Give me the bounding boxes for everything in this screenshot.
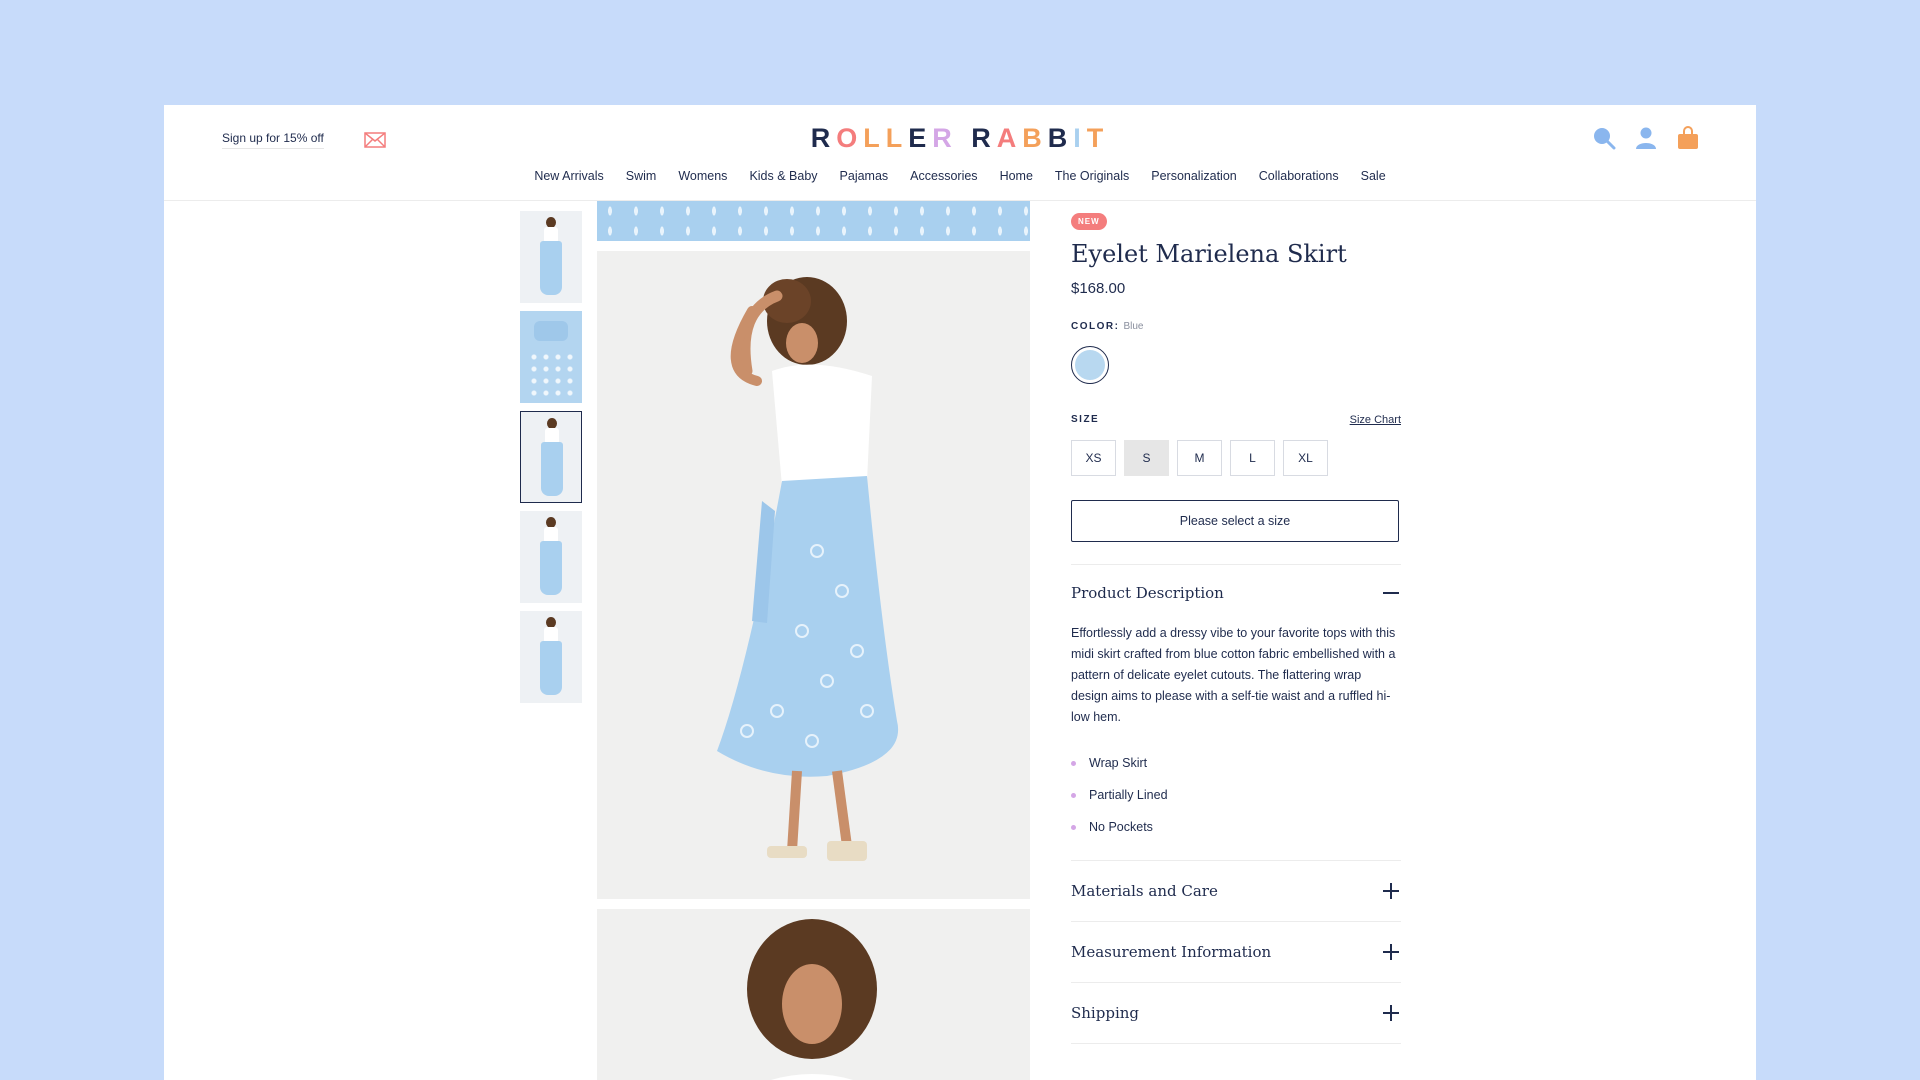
color-swatch-blue[interactable]: [1071, 346, 1109, 384]
model-illustration: [717, 277, 899, 861]
logo-letter: I: [1073, 123, 1087, 153]
logo-letter: B: [1022, 123, 1048, 153]
nav-womens[interactable]: Womens: [678, 169, 727, 183]
logo-letter: R: [932, 123, 958, 153]
nav-collaborations[interactable]: Collaborations: [1259, 169, 1339, 183]
nav-new-arrivals[interactable]: New Arrivals: [534, 169, 603, 183]
model-closeup-illustration: [747, 919, 877, 1080]
product-image-secondary[interactable]: [597, 909, 1030, 1080]
size-label: SIZE: [1071, 414, 1100, 425]
product-description-section: Product Description Effortlessly add a d…: [1071, 564, 1401, 834]
materials-title: Materials and Care: [1071, 882, 1218, 900]
logo-letter: L: [885, 123, 909, 153]
thumbnail-strip: [520, 211, 582, 711]
plus-icon[interactable]: [1381, 881, 1401, 901]
thumbnail-4[interactable]: [520, 511, 582, 603]
size-m-button[interactable]: M: [1177, 440, 1222, 476]
product-title: Eyelet Marielena Skirt: [1071, 240, 1347, 268]
header-actions: [1591, 125, 1701, 151]
size-s-button[interactable]: S: [1124, 440, 1169, 476]
thumbnail-1[interactable]: [520, 211, 582, 303]
shipping-title: Shipping: [1071, 1004, 1139, 1022]
shipping-toggle[interactable]: Shipping: [1071, 983, 1401, 1043]
size-xl-button[interactable]: XL: [1283, 440, 1328, 476]
nav-the-originals[interactable]: The Originals: [1055, 169, 1129, 183]
new-badge: NEW: [1071, 213, 1107, 230]
measurement-section: Measurement Information: [1071, 922, 1401, 983]
feature-item: Partially Lined: [1071, 788, 1401, 802]
size-header: SIZE Size Chart: [1071, 414, 1401, 426]
product-description-toggle[interactable]: Product Description: [1071, 565, 1401, 621]
measurement-title: Measurement Information: [1071, 943, 1272, 961]
measurement-toggle[interactable]: Measurement Information: [1071, 922, 1401, 982]
nav-personalization[interactable]: Personalization: [1151, 169, 1236, 183]
color-value: Blue: [1123, 321, 1144, 332]
thumbnail-5[interactable]: [520, 611, 582, 703]
size-chart-link[interactable]: Size Chart: [1350, 414, 1401, 426]
nav-accessories[interactable]: Accessories: [910, 169, 977, 183]
product-description-text: Effortlessly add a dressy vibe to your f…: [1071, 626, 1396, 724]
product-image-detail: [597, 201, 1030, 241]
account-icon[interactable]: [1633, 125, 1659, 151]
logo-letter: O: [836, 123, 864, 153]
minus-icon[interactable]: [1381, 583, 1401, 603]
thumbnail-3[interactable]: [520, 411, 582, 503]
logo-letter: T: [1086, 123, 1110, 153]
size-options: XS S M L XL: [1071, 440, 1401, 476]
shopping-bag-icon[interactable]: [1675, 125, 1701, 151]
shipping-section: Shipping: [1071, 983, 1401, 1044]
search-icon[interactable]: [1591, 125, 1617, 151]
logo-letter: R: [810, 123, 837, 153]
product-info: NEW Eyelet Marielena Skirt $168.00 COLOR…: [1071, 211, 1401, 1044]
feature-list: Wrap Skirt Partially Lined No Pockets: [1071, 756, 1401, 834]
product-image-main[interactable]: [597, 251, 1030, 899]
thumbnail-2[interactable]: [520, 311, 582, 403]
add-to-bag-button[interactable]: Please select a size: [1071, 500, 1399, 542]
feature-item: No Pockets: [1071, 820, 1401, 834]
nav-home[interactable]: Home: [1000, 169, 1033, 183]
nav-sale[interactable]: Sale: [1361, 169, 1386, 183]
logo-letter: E: [908, 123, 933, 153]
main-nav: New Arrivals Swim Womens Kids & Baby Paj…: [164, 169, 1756, 183]
color-label: COLOR:: [1071, 321, 1120, 332]
nav-kids-baby[interactable]: Kids & Baby: [749, 169, 817, 183]
logo-letter: R: [971, 123, 997, 153]
logo-letter: A: [996, 123, 1023, 153]
materials-section: Materials and Care: [1071, 861, 1401, 922]
plus-icon[interactable]: [1381, 1003, 1401, 1023]
page-frame: Sign up for 15% off ROLLER RABBIT New Ar…: [164, 105, 1756, 1080]
materials-toggle[interactable]: Materials and Care: [1071, 861, 1401, 921]
plus-icon[interactable]: [1381, 942, 1401, 962]
accordion-list: Materials and Care Measurement Informati…: [1071, 860, 1401, 1044]
nav-swim[interactable]: Swim: [626, 169, 657, 183]
feature-item: Wrap Skirt: [1071, 756, 1401, 770]
nav-pajamas[interactable]: Pajamas: [840, 169, 889, 183]
logo-letter: B: [1047, 123, 1074, 153]
size-l-button[interactable]: L: [1230, 440, 1275, 476]
product-price: $168.00: [1071, 280, 1126, 297]
brand-logo[interactable]: ROLLER RABBIT: [164, 123, 1756, 154]
size-xs-button[interactable]: XS: [1071, 440, 1116, 476]
logo-letter: [958, 123, 972, 154]
product-description-title: Product Description: [1071, 584, 1224, 602]
color-label-row: COLOR: Blue: [1071, 321, 1401, 332]
logo-letter: L: [863, 123, 886, 153]
